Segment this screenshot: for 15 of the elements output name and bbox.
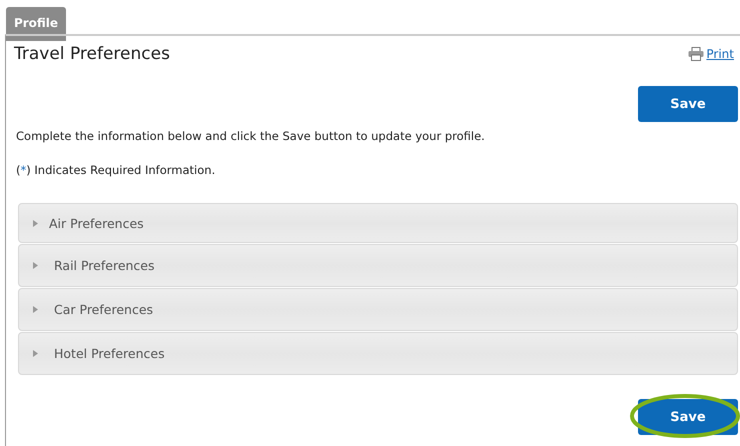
- profile-tab[interactable]: Profile: [6, 7, 66, 41]
- caret-icon: [33, 220, 38, 226]
- caret-icon: [33, 350, 38, 357]
- page-title: Travel Preferences: [14, 44, 170, 64]
- accordion-header[interactable]: Rail Preferences: [18, 244, 738, 287]
- required-note: (*) Indicates Required Information.: [16, 163, 216, 177]
- instructions-text: Complete the information below and click the Save button to update your profile.: [16, 129, 486, 143]
- caret-icon: [33, 306, 38, 313]
- printer-icon: [688, 47, 704, 61]
- save-button[interactable]: Save: [638, 86, 738, 122]
- accordion-header[interactable]: Car Preferences: [18, 288, 738, 331]
- accordion-header[interactable]: Air Preferences: [18, 203, 738, 243]
- print-link[interactable]: Print: [688, 47, 734, 61]
- caret-icon: [33, 262, 38, 269]
- accordion-header[interactable]: Hotel Preferences: [18, 332, 738, 375]
